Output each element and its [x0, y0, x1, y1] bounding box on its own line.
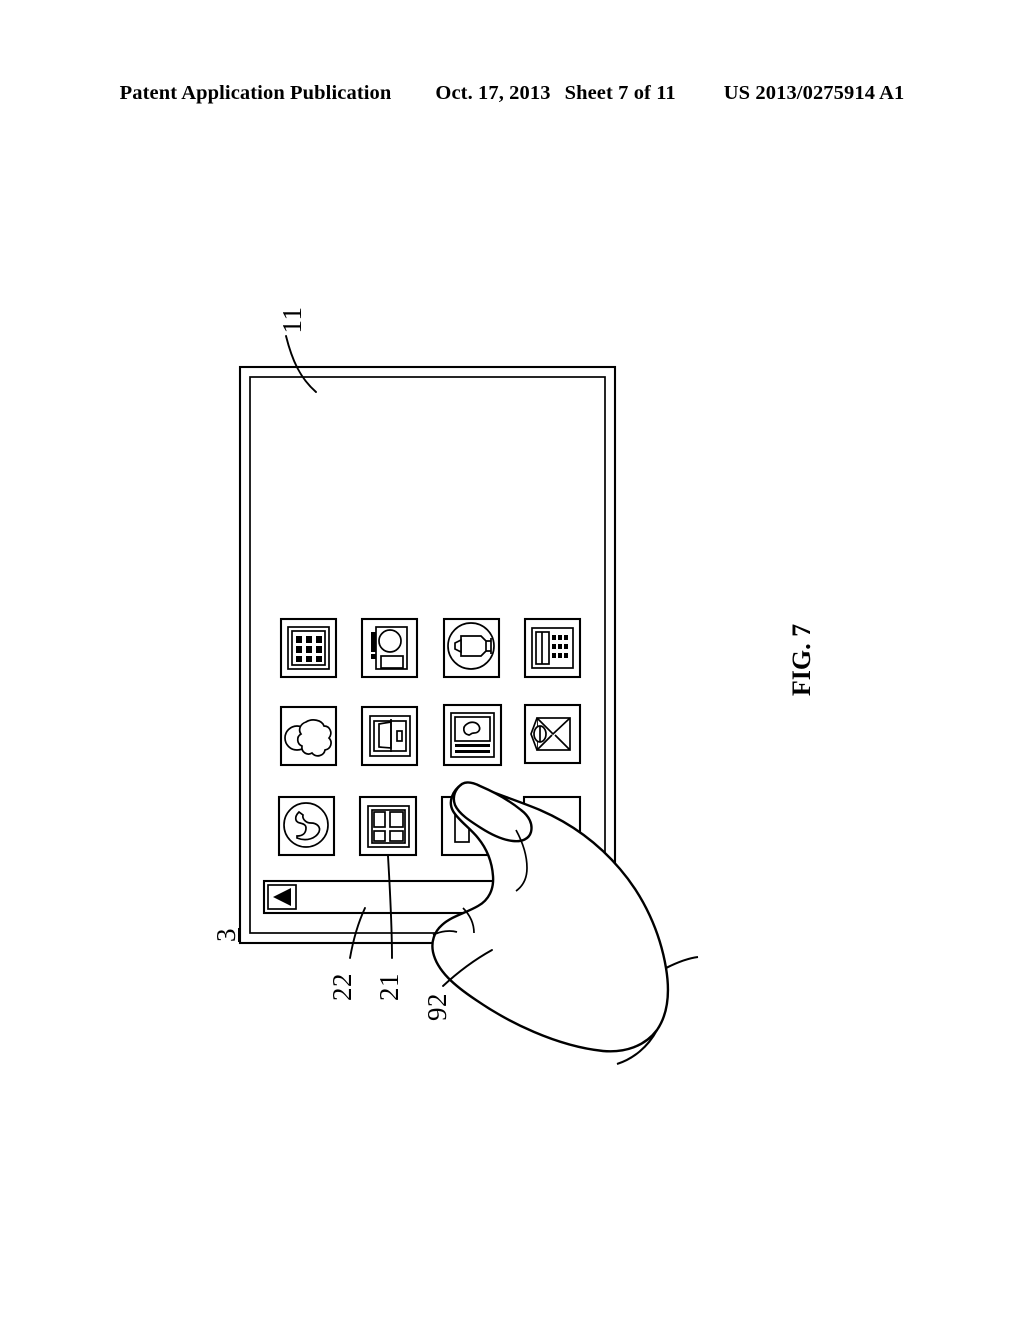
camera-icon[interactable] — [360, 617, 419, 679]
patent-figure-drawing — [0, 0, 1024, 1320]
telephone-keypad-icon[interactable] — [523, 617, 582, 679]
calculator-icon[interactable] — [279, 617, 338, 679]
voicemail-handset-icon[interactable] — [442, 703, 503, 767]
layout-grid-icon[interactable] — [358, 795, 418, 857]
weather-cloud-icon[interactable] — [279, 705, 338, 767]
media-player-icon[interactable] — [442, 617, 501, 679]
user-hand — [431, 781, 699, 1066]
book-reader-icon[interactable] — [360, 705, 419, 767]
envelope-mail-icon[interactable] — [523, 703, 582, 765]
clock-icon[interactable] — [277, 795, 336, 857]
